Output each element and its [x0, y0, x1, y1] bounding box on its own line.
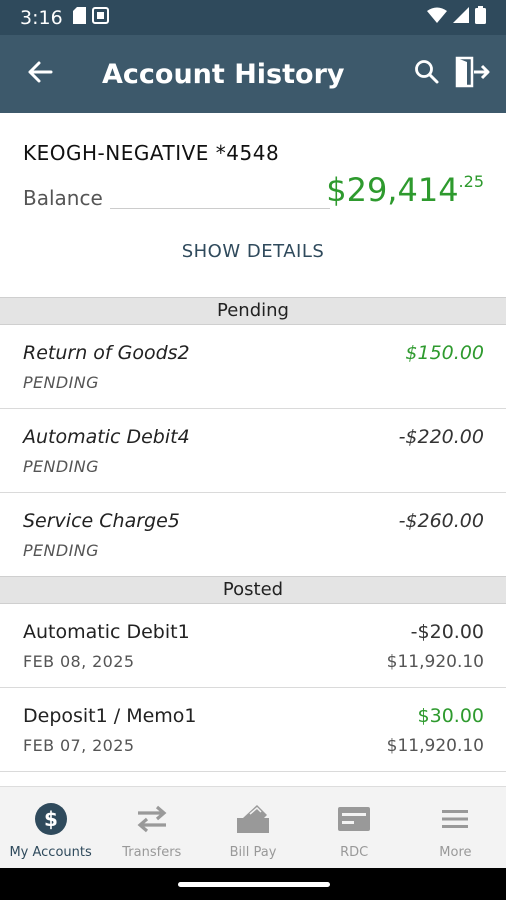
arrow-left-icon	[27, 60, 53, 89]
balance-amount: $29,414.25	[326, 171, 484, 209]
nav-label: My Accounts	[9, 845, 92, 860]
nav-label: Transfers	[122, 845, 182, 860]
transaction-description: Return of Goods2	[23, 342, 190, 364]
check-deposit-icon	[337, 802, 371, 836]
transaction-status: PENDING	[23, 541, 99, 560]
screenshot-icon	[91, 6, 109, 29]
menu-icon	[441, 802, 469, 836]
transaction-amount: -$20.00	[410, 621, 484, 643]
search-icon	[414, 59, 440, 90]
balance-cents: .25	[458, 172, 484, 191]
balance-dollars: $29,414	[326, 171, 459, 209]
nav-bill-pay[interactable]: Bill Pay	[202, 787, 303, 868]
running-balance: $11,920.10	[386, 652, 484, 672]
transaction-description: Automatic Debit4	[23, 426, 190, 448]
transaction-date: FEB 07, 2025	[23, 736, 135, 755]
transaction-amount: -$260.00	[398, 510, 484, 532]
bottom-navigation: $ My Accounts Transfers Bill Pay RDC Mor…	[0, 786, 506, 868]
show-details-button[interactable]: SHOW DETAILS	[0, 241, 506, 262]
cell-signal-icon	[453, 7, 469, 28]
balance-label: Balance	[23, 186, 103, 210]
posted-transaction-row[interactable]: Automatic Debit1 FEB 08, 2025 -$20.00 $1…	[0, 604, 506, 688]
logout-button[interactable]	[454, 56, 490, 93]
back-button[interactable]	[0, 35, 80, 113]
status-bar: 3:16	[0, 0, 506, 35]
transaction-amount: -$220.00	[398, 426, 484, 448]
transaction-amount: $150.00	[405, 342, 484, 364]
pending-transaction-row[interactable]: Automatic Debit4 PENDING -$220.00	[0, 409, 506, 493]
home-gesture-handle[interactable]	[178, 882, 330, 887]
running-balance: $11,920.10	[386, 736, 484, 756]
sd-card-icon	[72, 6, 86, 29]
wifi-icon	[427, 7, 447, 28]
nav-rdc[interactable]: RDC	[304, 787, 405, 868]
transfer-arrows-icon	[135, 802, 169, 836]
balance-divider	[110, 208, 330, 209]
gesture-bar	[0, 868, 506, 900]
app-bar: Account History	[0, 35, 506, 113]
posted-section-header: Posted	[0, 576, 506, 604]
transaction-description: Service Charge5	[23, 510, 180, 532]
transaction-description: Automatic Debit1	[23, 621, 190, 643]
transaction-description: Deposit1 / Memo1	[23, 705, 197, 727]
svg-text:$: $	[44, 807, 58, 831]
search-button[interactable]	[414, 59, 440, 90]
transaction-amount: $30.00	[417, 705, 484, 727]
dollar-circle-icon: $	[34, 802, 68, 836]
transaction-status: PENDING	[23, 457, 99, 476]
bill-pay-icon	[235, 802, 271, 836]
pending-transaction-row[interactable]: Return of Goods2 PENDING $150.00	[0, 325, 506, 409]
logout-door-icon	[454, 56, 490, 93]
nav-label: Bill Pay	[229, 845, 277, 860]
posted-transaction-row[interactable]: Deposit1 / Memo1 FEB 07, 2025 $30.00 $11…	[0, 688, 506, 772]
transaction-status: PENDING	[23, 373, 99, 392]
battery-icon	[475, 6, 486, 29]
nav-label: RDC	[340, 845, 369, 860]
page-title: Account History	[102, 58, 345, 90]
account-summary: KEOGH-NEGATIVE *4548 Balance $29,414.25 …	[0, 113, 506, 297]
status-time: 3:16	[20, 6, 63, 29]
pending-transaction-row[interactable]: Service Charge5 PENDING -$260.00	[0, 493, 506, 577]
account-name: KEOGH-NEGATIVE *4548	[23, 141, 280, 165]
nav-label: More	[439, 845, 472, 860]
transaction-date: FEB 08, 2025	[23, 652, 135, 671]
pending-section-header: Pending	[0, 297, 506, 325]
nav-my-accounts[interactable]: $ My Accounts	[0, 787, 101, 868]
nav-more[interactable]: More	[405, 787, 506, 868]
nav-transfers[interactable]: Transfers	[101, 787, 202, 868]
